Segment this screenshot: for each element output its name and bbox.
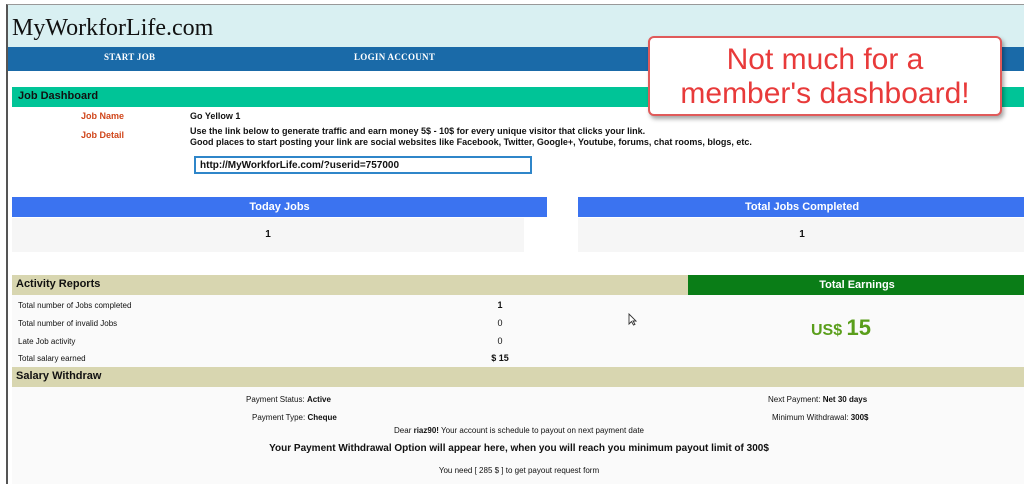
earnings-value: 15 [846, 315, 872, 340]
activity-row: Total number of Jobs completed 1 [18, 297, 688, 314]
next-payment-label: Next Payment: [768, 395, 821, 404]
nav-start-job[interactable]: START JOB [104, 52, 155, 62]
payment-type: Payment Type: Cheque [252, 413, 337, 422]
today-jobs-header: Today Jobs [12, 197, 547, 217]
activity-row-label: Total number of invalid Jobs [18, 319, 118, 328]
payout-schedule-text: Your account is schedule to payout on ne… [441, 426, 644, 435]
dear-prefix: Dear [394, 426, 412, 435]
activity-reports-header: Activity Reports [12, 275, 688, 295]
annotation-callout: Not much for a member's dashboard! [648, 36, 1002, 116]
payment-type-label: Payment Type: [252, 413, 306, 422]
activity-reports-table: Total number of Jobs completed 1 Total n… [12, 295, 688, 367]
payout-schedule-message: Dear riaz90! Your account is schedule to… [12, 426, 1024, 435]
activity-reports-title: Activity Reports [16, 278, 101, 290]
salary-withdraw-panel: Payment Status: Active Payment Type: Che… [12, 387, 1024, 484]
job-name-label: Job Name [81, 111, 125, 121]
total-earnings-header: Total Earnings [688, 275, 1024, 295]
payment-status-label: Payment Status: [246, 395, 305, 404]
payment-status-value: Active [306, 395, 331, 404]
activity-row: Total number of invalid Jobs 0 [18, 315, 688, 332]
activity-row-value: $ 15 [491, 353, 509, 363]
job-detail-label: Job Detail [81, 130, 125, 140]
mouse-pointer-icon [628, 313, 637, 326]
total-jobs-completed-value: 1 [578, 218, 1024, 252]
job-dashboard-title: Job Dashboard [18, 90, 99, 102]
total-earnings-amount: US$ 15 [688, 315, 994, 341]
job-detail-line-2: Good places to start posting your link a… [190, 137, 752, 147]
activity-row-value: 1 [497, 300, 503, 310]
callout-line-2: member's dashboard! [680, 77, 970, 110]
total-earnings-panel: US$ 15 [688, 295, 1024, 367]
next-payment-value: Net 30 days [822, 395, 868, 404]
minimum-withdrawal-value: 300$ [850, 413, 869, 422]
payment-status: Payment Status: Active [246, 395, 331, 404]
today-jobs-value: 1 [12, 218, 524, 252]
earnings-currency: US$ [810, 322, 843, 339]
payout-needed-notice: You need [ 285 $ ] to get payout request… [438, 466, 600, 475]
site-title[interactable]: MyWorkforLife.com [12, 15, 213, 42]
referral-link-input[interactable] [194, 156, 532, 174]
activity-row: Late Job activity 0 [18, 333, 688, 350]
job-detail-line-1: Use the link below to generate traffic a… [190, 126, 646, 136]
username: riaz90! [413, 426, 439, 435]
activity-row-label: Late Job activity [18, 337, 76, 346]
activity-row-label: Total salary earned [18, 354, 86, 363]
minimum-withdrawal-label: Minimum Withdrawal: [772, 413, 849, 422]
next-payment: Next Payment: Net 30 days [768, 395, 867, 404]
activity-row-value: 0 [497, 336, 503, 346]
activity-row-label: Total number of Jobs completed [18, 301, 132, 310]
callout-line-1: Not much for a [726, 43, 924, 76]
payment-type-value: Cheque [307, 413, 337, 422]
nav-login-account[interactable]: LOGIN ACCOUNT [354, 52, 435, 62]
activity-row-value: 0 [497, 318, 503, 328]
salary-withdraw-title: Salary Withdraw [16, 370, 102, 382]
total-jobs-completed-header: Total Jobs Completed [578, 197, 1024, 217]
withdrawal-option-notice: Your Payment Withdrawal Option will appe… [269, 443, 769, 454]
salary-withdraw-header: Salary Withdraw [12, 367, 1024, 387]
minimum-withdrawal: Minimum Withdrawal: 300$ [772, 413, 869, 422]
activity-row: Total salary earned $ 15 [18, 350, 688, 367]
job-name-value: Go Yellow 1 [190, 111, 241, 121]
